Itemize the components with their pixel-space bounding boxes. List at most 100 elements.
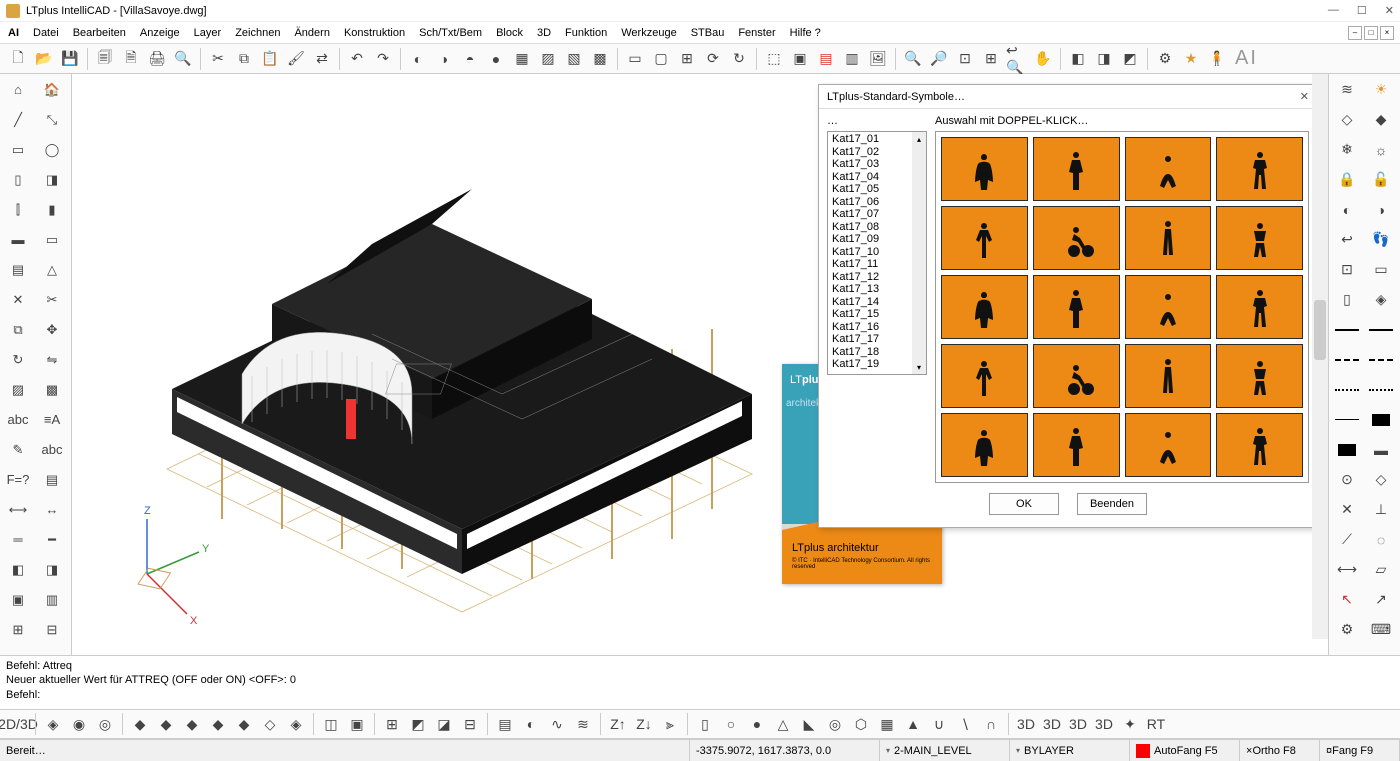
menu-ai[interactable]: AI <box>8 27 19 39</box>
roof-icon[interactable]: △ <box>36 256 68 283</box>
category-item[interactable]: Kat17_04 <box>829 171 925 184</box>
fill-icon[interactable]: ▩ <box>36 376 68 403</box>
snap-mid-icon[interactable]: ◇ <box>1365 466 1397 493</box>
category-item[interactable]: Kat17_11 <box>829 258 925 271</box>
category-item[interactable]: Kat17_05 <box>829 183 925 196</box>
view-cube-icon[interactable]: ◈ <box>41 712 65 736</box>
color-icon[interactable]: ◧ <box>2 556 34 583</box>
layer-manager-icon[interactable]: ≋ <box>1331 76 1363 103</box>
render-1-icon[interactable]: ◐ <box>406 47 430 71</box>
select-1-icon[interactable]: ⬚ <box>762 47 786 71</box>
menu-schtxtbem[interactable]: Sch/Txt/Bem <box>419 27 482 39</box>
lineweight-icon[interactable]: ━ <box>36 526 68 553</box>
menu-zeichnen[interactable]: Zeichnen <box>235 27 280 39</box>
edit-text-icon[interactable]: ✎ <box>2 436 34 463</box>
layer-off-icon[interactable]: ◆ <box>1365 106 1397 133</box>
palette-icon[interactable]: ◨ <box>36 556 68 583</box>
3dlabel-2-icon[interactable]: 3D <box>1040 712 1064 736</box>
menu-stbau[interactable]: STBau <box>691 27 725 39</box>
3d-view-2-icon[interactable]: ◨ <box>1092 47 1116 71</box>
lights-icon[interactable]: ▨ <box>536 47 560 71</box>
symbol-cell[interactable] <box>1216 206 1303 270</box>
revolve-icon[interactable]: ◐ <box>519 712 543 736</box>
category-item[interactable]: Kat17_01 <box>829 133 925 146</box>
category-item[interactable]: Kat17_12 <box>829 271 925 284</box>
save-all-icon[interactable]: 🗐 <box>93 47 117 71</box>
menu-werkzeuge[interactable]: Werkzeuge <box>621 27 676 39</box>
sweep-icon[interactable]: ∿ <box>545 712 569 736</box>
sun-settings-icon[interactable]: ☀ <box>1365 76 1397 103</box>
pan-icon[interactable]: ✋ <box>1031 47 1055 71</box>
menu-aendern[interactable]: Ändern <box>294 27 329 39</box>
3dlabel-4-icon[interactable]: 3D <box>1092 712 1116 736</box>
mdi-close[interactable]: × <box>1380 26 1394 40</box>
layer-thaw-icon[interactable]: ☼ <box>1365 136 1397 163</box>
symbol-cell[interactable] <box>1125 275 1212 339</box>
menu-fenster[interactable]: Fenster <box>738 27 775 39</box>
refresh-icon[interactable]: ⟳ <box>701 47 725 71</box>
regen-icon[interactable]: ↻ <box>727 47 751 71</box>
color-black-icon[interactable] <box>1331 436 1363 463</box>
symbol-cell[interactable] <box>1033 275 1120 339</box>
linetype-icon[interactable]: ═ <box>2 526 34 553</box>
section-icon[interactable]: ◫ <box>319 712 343 736</box>
union-icon[interactable]: ∪ <box>927 712 951 736</box>
lt-continuous-icon[interactable] <box>1331 316 1363 343</box>
3d-view-3-icon[interactable]: ◩ <box>1118 47 1142 71</box>
layout-icon[interactable]: ▭ <box>623 47 647 71</box>
3dsolid-cone-icon[interactable]: △ <box>771 712 795 736</box>
intersect-icon[interactable]: ∩ <box>979 712 1003 736</box>
category-item[interactable]: Kat17_06 <box>829 196 925 209</box>
3d-view-1-icon[interactable]: ◧ <box>1066 47 1090 71</box>
symbol-cell[interactable] <box>1033 344 1120 408</box>
command-window[interactable]: Befehl: Attreq Neuer aktueller Wert für … <box>0 655 1400 709</box>
hatch-icon[interactable]: ▨ <box>2 376 34 403</box>
formula-icon[interactable]: F=? <box>2 466 34 493</box>
shade-2-icon[interactable]: ◆ <box>154 712 178 736</box>
canvas[interactable]: Z Y X LTplus architekteninitiative LTplu… <box>72 74 1328 655</box>
dialog-close-icon[interactable]: ✕ <box>1300 90 1309 103</box>
snap-end-icon[interactable]: ⊙ <box>1331 466 1363 493</box>
house-icon[interactable]: 🏠 <box>36 76 68 103</box>
shade-4-icon[interactable]: ◆ <box>206 712 230 736</box>
render-2-icon[interactable]: ◑ <box>432 47 456 71</box>
clip-icon[interactable]: ▣ <box>345 712 369 736</box>
mdi-minimize[interactable]: – <box>1348 26 1362 40</box>
layer-on-icon[interactable]: ◇ <box>1331 106 1363 133</box>
status-fang[interactable]: ¤ Fang F9 <box>1320 740 1400 761</box>
symbol-cell[interactable] <box>1216 137 1303 201</box>
3dlabel-1-icon[interactable]: 3D <box>1014 712 1038 736</box>
ucs-obj-icon[interactable]: ◩ <box>406 712 430 736</box>
shade-1-icon[interactable]: ◆ <box>128 712 152 736</box>
lw-thin-icon[interactable] <box>1331 406 1363 433</box>
materials-icon[interactable]: ▦ <box>510 47 534 71</box>
window-icon[interactable]: ▯ <box>2 166 34 193</box>
symbol-cell[interactable] <box>1033 413 1120 477</box>
symbol-cell[interactable] <box>1216 344 1303 408</box>
stair-icon[interactable]: ▤ <box>2 256 34 283</box>
snap-ext-icon[interactable]: ⟋ <box>1331 526 1363 553</box>
category-item[interactable]: Kat17_17 <box>829 333 925 346</box>
3dlabel-3-icon[interactable]: 3D <box>1066 712 1090 736</box>
symbol-cell[interactable] <box>1125 344 1212 408</box>
page-setup-icon[interactable]: 🗎 <box>119 47 143 71</box>
symbol-cell[interactable] <box>1216 275 1303 339</box>
settings2-icon[interactable]: ⚙ <box>1331 616 1363 643</box>
zoom-extents-icon[interactable]: ⊞ <box>979 47 1003 71</box>
block-icon[interactable]: ▣ <box>2 586 34 613</box>
extrude-icon[interactable]: ▤ <box>493 712 517 736</box>
category-listbox[interactable]: Kat17_01Kat17_02Kat17_03Kat17_04Kat17_05… <box>827 131 927 375</box>
minimize-button[interactable]: — <box>1328 4 1339 17</box>
symbol-cell[interactable] <box>941 137 1028 201</box>
3dsolid-cyl-icon[interactable]: ○ <box>719 712 743 736</box>
ucs-save-icon[interactable]: ⊟ <box>458 712 482 736</box>
symbol-cell[interactable] <box>1125 137 1212 201</box>
print-icon[interactable]: 🖨 <box>145 47 169 71</box>
layer-uniso-icon[interactable]: ◑ <box>1365 196 1397 223</box>
opening-icon[interactable]: ⫿ <box>2 196 34 223</box>
view-iso-icon[interactable]: ◈ <box>1365 286 1397 313</box>
render-3-icon[interactable]: ◓ <box>458 47 482 71</box>
symbol-cell[interactable] <box>1033 137 1120 201</box>
symbol-cell[interactable] <box>1125 413 1212 477</box>
status-autofang[interactable]: AutoFang F5 <box>1130 740 1240 761</box>
